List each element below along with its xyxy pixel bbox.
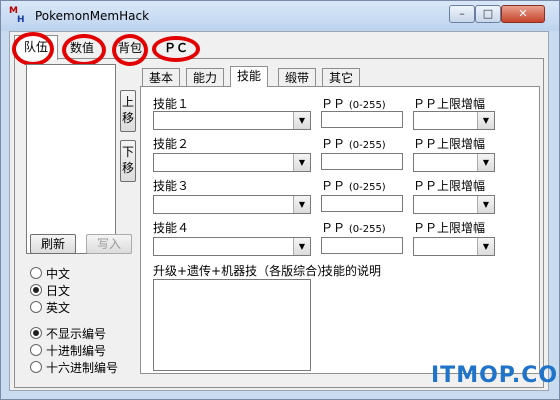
skill-4-select[interactable]: ▼ <box>153 237 311 256</box>
skill-2-pp-label: ＰＰ (0-255) <box>321 135 386 152</box>
skill-1-pp-label: ＰＰ (0-255) <box>321 95 386 112</box>
tab-ribbons[interactable]: 缎带 <box>278 68 317 86</box>
skill-2-pp-max-label: ＰＰ上限增幅 <box>413 137 486 151</box>
pp-range-text: (0-255) <box>348 182 386 193</box>
pp-range-text: (0-255) <box>348 140 386 151</box>
pp-label-text: ＰＰ <box>321 97 346 111</box>
skill-3-pp-max-select[interactable]: ▼ <box>413 195 495 214</box>
highlight-circle-bag <box>112 34 148 66</box>
language-option-label: 中文 <box>46 267 71 281</box>
skill-1-label: 技能１ <box>153 97 190 111</box>
skill-2-pp-input[interactable] <box>321 153 403 170</box>
maximize-icon: □ <box>482 7 494 20</box>
learnset-label: 升级+遗传+机器技（各版综合） <box>153 264 330 278</box>
chevron-down-icon: ▼ <box>477 112 494 129</box>
skill-3-pp-input[interactable] <box>321 195 403 212</box>
radio-icon <box>30 361 42 373</box>
language-option-label: 英文 <box>46 301 71 315</box>
app-window: M H PokemonMemHack – □ ✕ 队伍 数值 背包 ＰＣ 上移 … <box>0 0 560 400</box>
chevron-down-icon: ▼ <box>293 196 310 213</box>
skill-4-pp-max-select[interactable]: ▼ <box>413 237 495 256</box>
tab-other[interactable]: 其它 <box>322 68 361 86</box>
radio-icon <box>30 267 42 279</box>
skill-3-select[interactable]: ▼ <box>153 195 311 214</box>
highlight-circle-stats <box>62 34 106 66</box>
tab-basic[interactable]: 基本 <box>142 68 181 86</box>
skill-1-pp-input[interactable] <box>321 111 403 128</box>
chevron-down-icon: ▼ <box>477 238 494 255</box>
close-button[interactable]: ✕ <box>501 5 545 23</box>
pp-label-text: ＰＰ <box>321 221 346 235</box>
pp-range-text: (0-255) <box>348 224 386 235</box>
chevron-down-icon: ▼ <box>293 112 310 129</box>
skill-4-pp-max-label: ＰＰ上限增幅 <box>413 221 486 235</box>
highlight-circle-team <box>12 32 54 66</box>
chevron-down-icon: ▼ <box>477 196 494 213</box>
skill-1-select[interactable]: ▼ <box>153 111 311 130</box>
app-icon: M H <box>9 7 27 25</box>
highlight-circle-pc <box>152 36 200 62</box>
chevron-down-icon: ▼ <box>477 154 494 171</box>
move-down-button[interactable]: 下移 <box>120 140 136 182</box>
skill-4-pp-label: ＰＰ (0-255) <box>321 219 386 236</box>
chevron-down-icon: ▼ <box>293 238 310 255</box>
skill-3-label: 技能３ <box>153 179 190 193</box>
numbering-option-hex[interactable]: 十六进制编号 <box>30 360 118 376</box>
numbering-option-label: 不显示编号 <box>46 327 107 341</box>
language-option-chinese[interactable]: 中文 <box>30 266 70 282</box>
tab-skills[interactable]: 技能 <box>230 66 269 87</box>
skill-1-pp-max-label: ＰＰ上限增幅 <box>413 97 486 111</box>
window-title: PokemonMemHack <box>35 9 150 23</box>
radio-selected-icon <box>30 284 42 296</box>
tab-ability[interactable]: 能力 <box>186 68 225 86</box>
move-up-button[interactable]: 上移 <box>120 90 136 132</box>
app-icon-h: H <box>17 15 25 25</box>
numbering-option-label: 十六进制编号 <box>46 361 119 375</box>
radio-icon <box>30 301 42 313</box>
minimize-button[interactable]: – <box>449 5 475 23</box>
party-list[interactable] <box>26 64 116 254</box>
pp-range-text: (0-255) <box>348 100 386 111</box>
watermark-logo: ITMOP.COM <box>431 363 560 388</box>
skill-4-label: 技能４ <box>153 221 190 235</box>
close-icon: ✕ <box>518 7 528 20</box>
refresh-button[interactable]: 刷新 <box>30 234 76 254</box>
title-bar: M H PokemonMemHack – □ ✕ <box>1 1 559 31</box>
language-option-japanese[interactable]: 日文 <box>30 283 70 299</box>
skill-2-pp-max-select[interactable]: ▼ <box>413 153 495 172</box>
write-button[interactable]: 写入 <box>86 234 132 254</box>
pp-label-text: ＰＰ <box>321 137 346 151</box>
numbering-option-label: 十进制编号 <box>46 344 107 358</box>
language-option-english[interactable]: 英文 <box>30 300 70 316</box>
maximize-button[interactable]: □ <box>475 5 501 23</box>
skill-1-pp-max-select[interactable]: ▼ <box>413 111 495 130</box>
skill-2-label: 技能２ <box>153 137 190 151</box>
skill-3-pp-max-label: ＰＰ上限增幅 <box>413 179 486 193</box>
numbering-option-decimal[interactable]: 十进制编号 <box>30 343 106 359</box>
radio-icon <box>30 344 42 356</box>
skill-3-pp-label: ＰＰ (0-255) <box>321 177 386 194</box>
chevron-down-icon: ▼ <box>293 154 310 171</box>
numbering-option-none[interactable]: 不显示编号 <box>30 326 106 342</box>
skill-4-pp-input[interactable] <box>321 237 403 254</box>
radio-selected-icon <box>30 327 42 339</box>
learnset-list[interactable] <box>153 279 311 371</box>
minimize-icon: – <box>459 7 465 20</box>
pp-label-text: ＰＰ <box>321 179 346 193</box>
language-option-label: 日文 <box>46 284 71 298</box>
description-label: 技能的说明 <box>321 264 382 278</box>
skill-2-select[interactable]: ▼ <box>153 153 311 172</box>
